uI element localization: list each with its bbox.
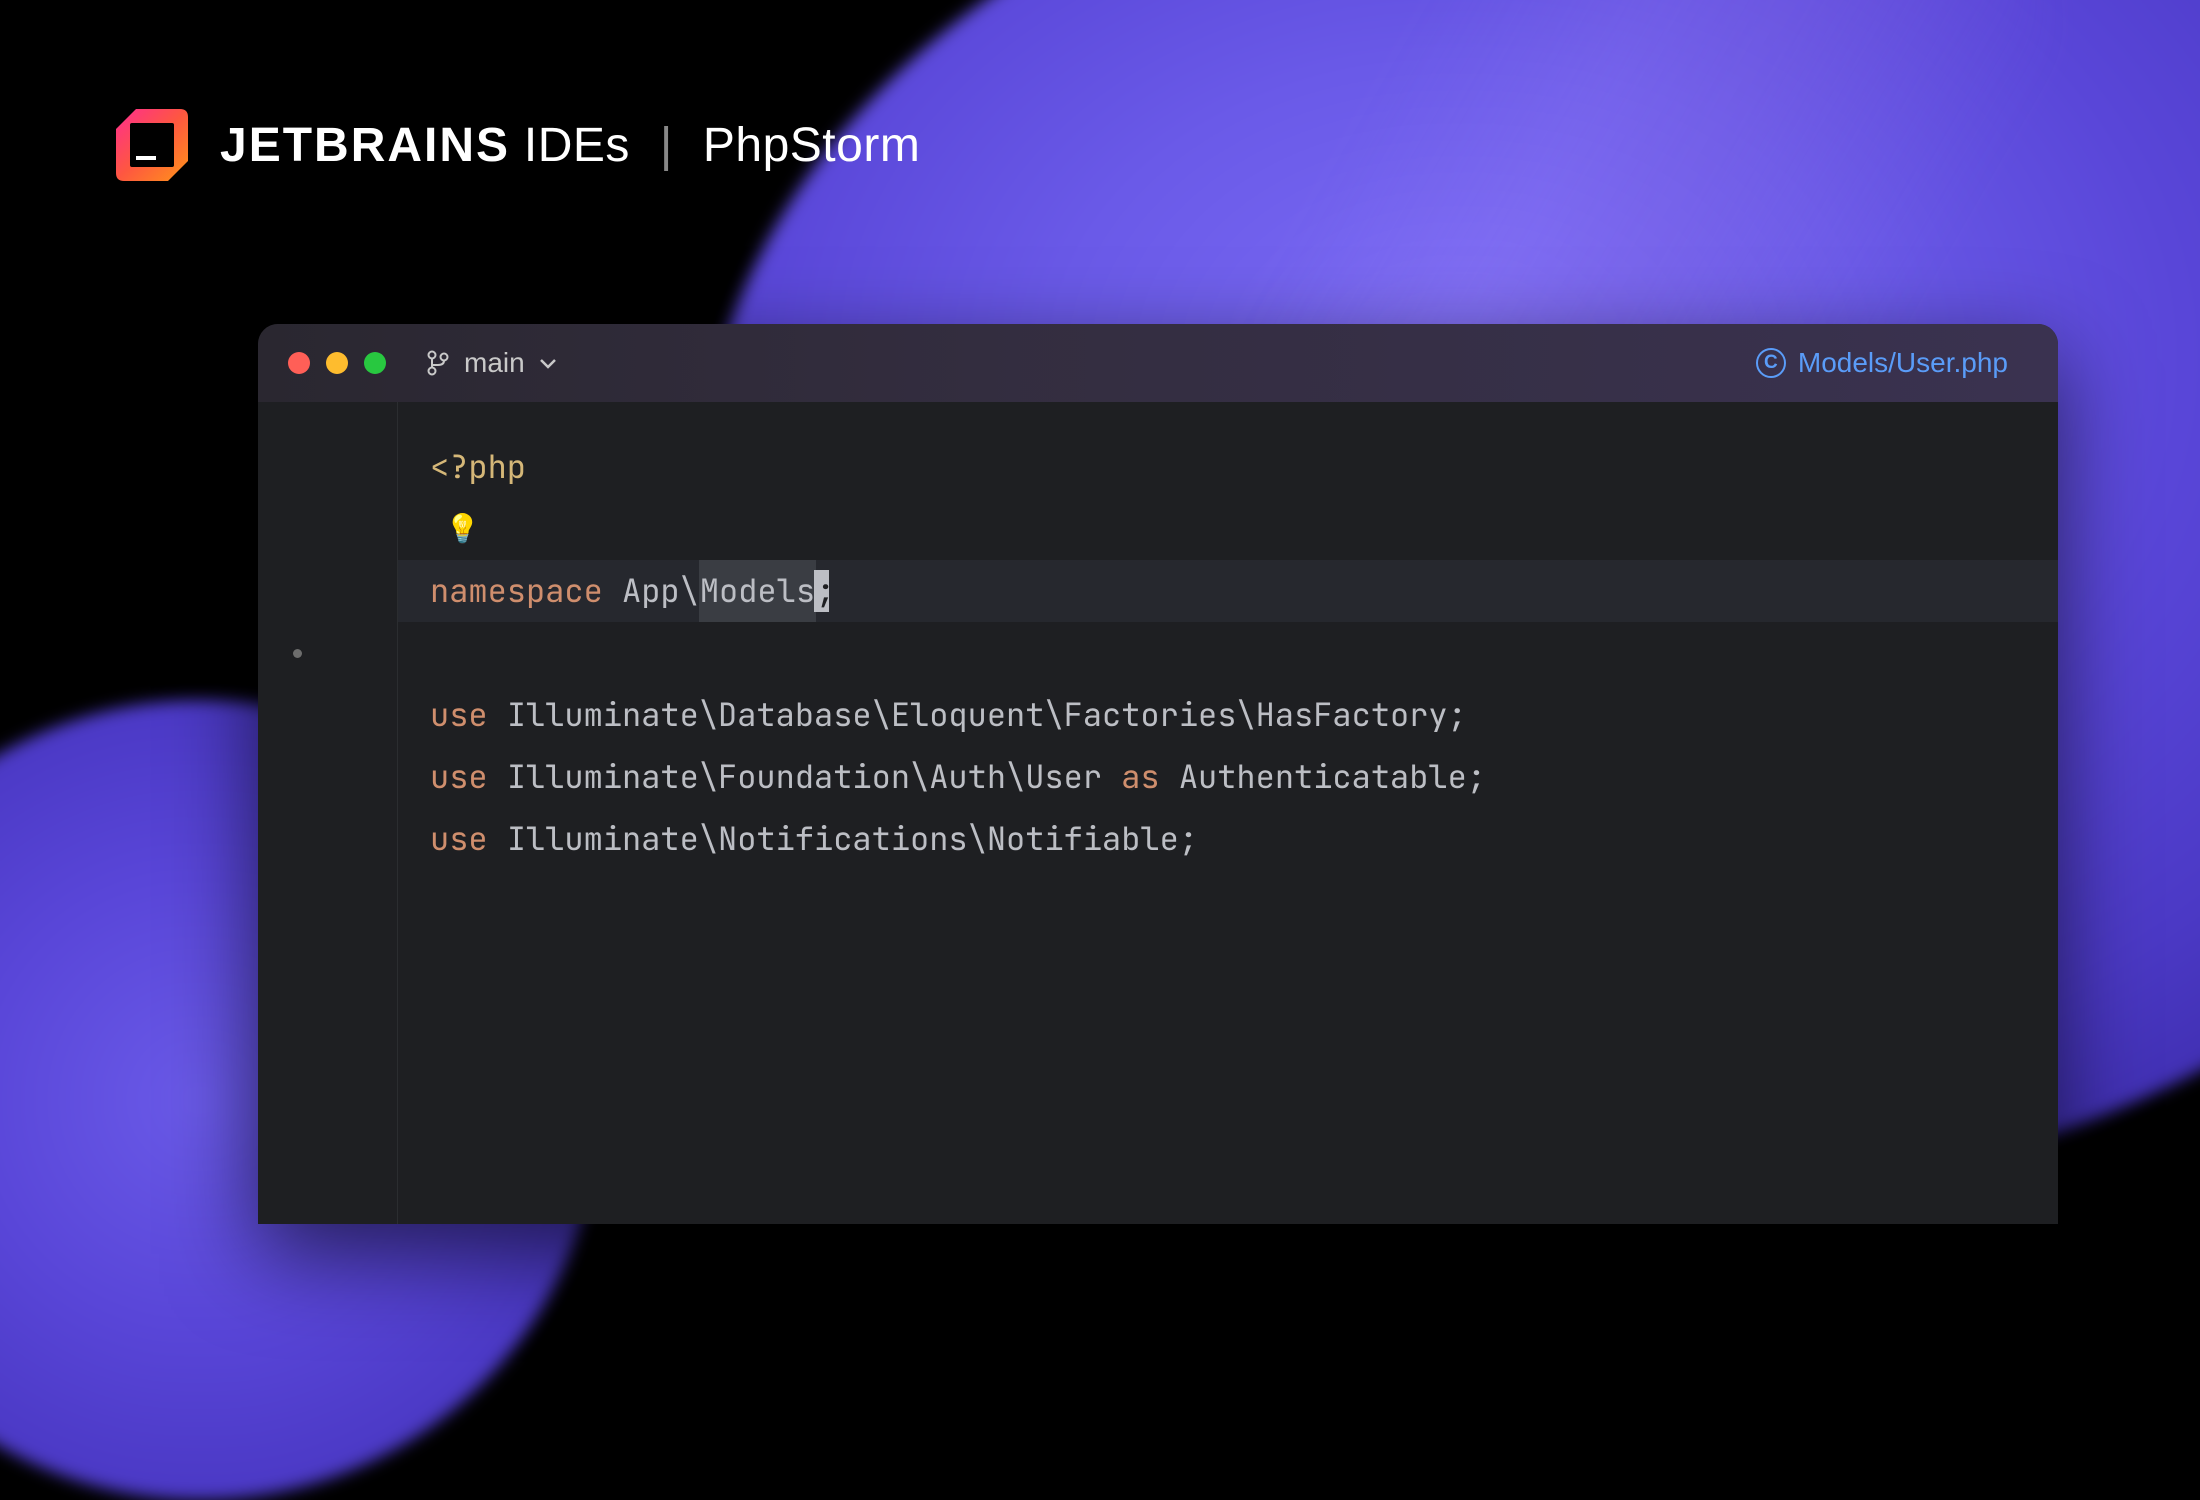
maximize-button[interactable] — [364, 352, 386, 374]
editor-area: <?php 💡 namespace App\Models use Illumin… — [258, 402, 2058, 1224]
ide-window: main C Models/User.php <?php 💡 namespace… — [258, 324, 2058, 1224]
titlebar-left: main — [288, 347, 557, 379]
product-name: PhpStorm — [703, 118, 920, 173]
brand-name: JETBRAINS — [220, 119, 510, 172]
code-line-active: namespace App\Models — [398, 560, 2058, 622]
text-cursor — [814, 570, 829, 612]
branch-icon — [426, 349, 450, 377]
brand-text: JETBRAINS IDEs | PhpStorm — [220, 118, 920, 173]
brand-header: JETBRAINS IDEs | PhpStorm — [112, 105, 920, 185]
code-line: use Illuminate\Foundation\Auth\User as A… — [430, 746, 2026, 808]
window-titlebar: main C Models/User.php — [258, 324, 2058, 402]
file-path-text: Models/User.php — [1798, 347, 2008, 379]
chevron-down-icon — [539, 357, 557, 369]
window-controls — [288, 352, 386, 374]
close-button[interactable] — [288, 352, 310, 374]
gutter-mark-icon[interactable] — [293, 649, 302, 658]
code-line: use Illuminate\Notifications\Notifiable; — [430, 808, 2026, 870]
editor-gutter[interactable] — [258, 402, 398, 1224]
divider-pipe: | — [660, 118, 673, 173]
code-line: 💡 — [430, 498, 2026, 560]
file-path-breadcrumb[interactable]: C Models/User.php — [1756, 347, 2008, 379]
minimize-button[interactable] — [326, 352, 348, 374]
code-line: use Illuminate\Database\Eloquent\Factori… — [430, 684, 2026, 746]
intention-bulb-icon[interactable]: 💡 — [445, 498, 480, 560]
code-line: <?php — [430, 436, 2026, 498]
code-line — [430, 622, 2026, 684]
git-branch-selector[interactable]: main — [426, 347, 557, 379]
brand-suffix: IDEs — [524, 119, 630, 172]
class-icon: C — [1756, 348, 1786, 378]
branch-name: main — [464, 347, 525, 379]
jetbrains-logo-icon — [112, 105, 192, 185]
code-editor[interactable]: <?php 💡 namespace App\Models use Illumin… — [398, 402, 2058, 1224]
